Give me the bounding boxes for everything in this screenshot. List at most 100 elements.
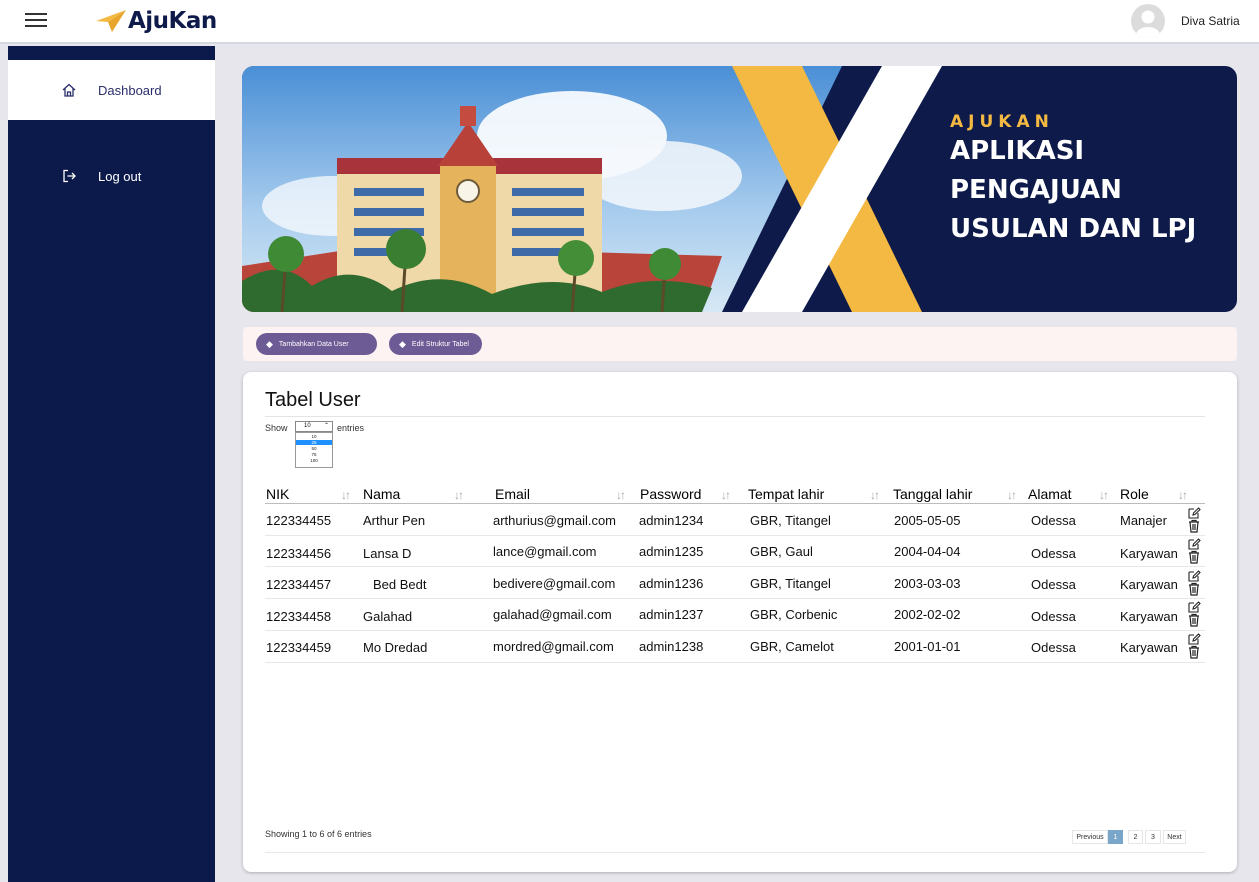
- edit-icon[interactable]: [1187, 600, 1201, 614]
- cell-nama: Bed Bedt: [373, 577, 427, 592]
- paper-plane-icon: [96, 10, 126, 32]
- column-header-alamat[interactable]: Alamat: [1028, 486, 1072, 502]
- user-icon: [1136, 10, 1160, 38]
- sort-icon[interactable]: ↓↑: [1178, 488, 1188, 502]
- sidebar-item-label: Log out: [98, 168, 142, 184]
- show-label: Show: [265, 423, 288, 433]
- column-header-nama[interactable]: Nama: [363, 486, 400, 502]
- cell-alamat: Odessa: [1031, 640, 1076, 655]
- cell-tanggal-lahir: 2002-02-02: [894, 607, 961, 622]
- row-divider: [265, 598, 1205, 599]
- trash-icon[interactable]: [1187, 582, 1201, 596]
- cell-nik: 122334457: [266, 577, 332, 592]
- divider: [265, 416, 1205, 417]
- app-name: AjuKan: [128, 8, 217, 34]
- row-divider: [265, 566, 1205, 567]
- action-bar: ◆ Tambahkan Data User ◆ Edit Struktur Ta…: [243, 327, 1237, 361]
- pagination-page-3[interactable]: 3: [1145, 830, 1161, 844]
- cell-alamat: Odessa: [1031, 513, 1076, 528]
- cell-tanggal-lahir: 2003-03-03: [894, 576, 961, 591]
- page-length-select[interactable]: 10 ⌃: [295, 421, 333, 432]
- page-length-dropdown: 10 25 50 75 100: [295, 432, 333, 468]
- cell-tempat-lahir: GBR, Camelot: [750, 639, 834, 654]
- cell-tanggal-lahir: 2004-04-04: [894, 544, 961, 559]
- banner-title-line-1: APLIKASI: [950, 136, 1085, 166]
- pagination-page-1[interactable]: 1: [1108, 830, 1123, 844]
- table-info: Showing 1 to 6 of 6 entries: [265, 829, 372, 839]
- avatar[interactable]: [1131, 4, 1165, 38]
- cell-password: admin1238: [639, 639, 704, 654]
- diamond-icon: ◆: [266, 338, 273, 349]
- user-table-card: Tabel User Show 10 ⌃ entries 10 25 50 75…: [243, 372, 1237, 872]
- row-divider: [265, 662, 1205, 663]
- cell-role: Manajer: [1120, 513, 1167, 528]
- sort-icon[interactable]: ↓↑: [616, 488, 626, 502]
- page-length-option[interactable]: 10: [296, 434, 332, 439]
- sort-icon[interactable]: ↓↑: [1007, 488, 1017, 502]
- logout-icon: [63, 169, 76, 183]
- edit-icon[interactable]: [1187, 506, 1201, 520]
- cell-email: arthurius@gmail.com: [493, 513, 617, 528]
- cell-alamat: Odessa: [1031, 609, 1076, 624]
- footer-divider: [265, 852, 1205, 853]
- user-name[interactable]: Diva Satria: [1181, 14, 1240, 28]
- sort-icon[interactable]: ↓↑: [341, 488, 351, 502]
- sort-icon[interactable]: ↓↑: [1099, 488, 1109, 502]
- cell-nama: Galahad: [363, 609, 413, 624]
- trash-icon[interactable]: [1187, 645, 1201, 659]
- cell-password: admin1237: [639, 607, 704, 622]
- trash-icon[interactable]: [1187, 550, 1201, 564]
- column-header-tanggal-lahir[interactable]: Tanggal lahir: [893, 486, 972, 502]
- cell-nama: Mo Dredad: [363, 640, 428, 655]
- sort-icon[interactable]: ↓↑: [721, 488, 731, 502]
- chevron-down-icon: ⌃: [323, 423, 329, 429]
- column-header-password[interactable]: Password: [640, 486, 701, 502]
- cell-alamat: Odessa: [1031, 546, 1076, 561]
- cell-nama: Arthur Pen: [363, 513, 426, 528]
- page-length-value: 10: [304, 423, 311, 429]
- banner-title-line-3: USULAN DAN LPJ: [950, 214, 1197, 244]
- edit-structure-button[interactable]: ◆ Edit Struktur Tabel: [389, 333, 482, 355]
- cell-tempat-lahir: GBR, Titangel: [750, 576, 831, 591]
- cell-tempat-lahir: GBR, Titangel: [750, 513, 831, 528]
- cell-nik: 122334459: [266, 640, 332, 655]
- cell-email: galahad@gmail.com: [493, 607, 612, 622]
- cell-role: Karyawan: [1120, 546, 1178, 561]
- cell-password: admin1236: [639, 576, 704, 591]
- hero-banner: AJUKAN APLIKASI PENGAJUAN USULAN DAN LPJ: [242, 66, 1237, 312]
- column-header-tempat-lahir[interactable]: Tempat lahir: [748, 486, 824, 502]
- sidebar-item-logout[interactable]: Log out: [8, 146, 215, 206]
- diamond-icon: ◆: [399, 338, 406, 349]
- page-length-option[interactable]: 100: [296, 458, 332, 463]
- sort-icon[interactable]: ↓↑: [870, 488, 880, 502]
- sidebar-item-label: Dashboard: [98, 82, 162, 98]
- column-header-role[interactable]: Role: [1120, 486, 1149, 502]
- page-length-option[interactable]: 50: [296, 446, 332, 451]
- sidebar-item-dashboard[interactable]: Dashboard: [8, 60, 215, 120]
- page-length-option[interactable]: 75: [296, 452, 332, 457]
- cell-tanggal-lahir: 2001-01-01: [894, 639, 961, 654]
- home-icon: [62, 83, 76, 97]
- app-logo[interactable]: AjuKan: [96, 6, 217, 36]
- pagination-next[interactable]: Next: [1163, 830, 1186, 844]
- cell-tempat-lahir: GBR, Corbenic: [750, 607, 838, 622]
- cell-nik: 122334455: [266, 513, 332, 528]
- trash-icon[interactable]: [1187, 613, 1201, 627]
- cell-password: admin1234: [639, 513, 704, 528]
- pagination-page-2[interactable]: 2: [1128, 830, 1143, 844]
- top-bar: AjuKan Diva Satria: [0, 0, 1259, 44]
- cell-alamat: Odessa: [1031, 577, 1076, 592]
- cell-role: Karyawan: [1120, 609, 1178, 624]
- pagination-previous[interactable]: Previous: [1072, 830, 1108, 844]
- trash-icon[interactable]: [1187, 519, 1201, 533]
- column-header-nik[interactable]: NIK: [266, 486, 289, 502]
- cell-role: Karyawan: [1120, 640, 1178, 655]
- add-user-button[interactable]: ◆ Tambahkan Data User: [256, 333, 377, 355]
- page-length-option[interactable]: 25: [296, 440, 332, 445]
- column-header-email[interactable]: Email: [495, 486, 530, 502]
- hamburger-menu-icon[interactable]: [25, 9, 47, 31]
- edit-icon[interactable]: [1187, 537, 1201, 551]
- edit-icon[interactable]: [1187, 632, 1201, 646]
- edit-icon[interactable]: [1187, 569, 1201, 583]
- sort-icon[interactable]: ↓↑: [454, 488, 464, 502]
